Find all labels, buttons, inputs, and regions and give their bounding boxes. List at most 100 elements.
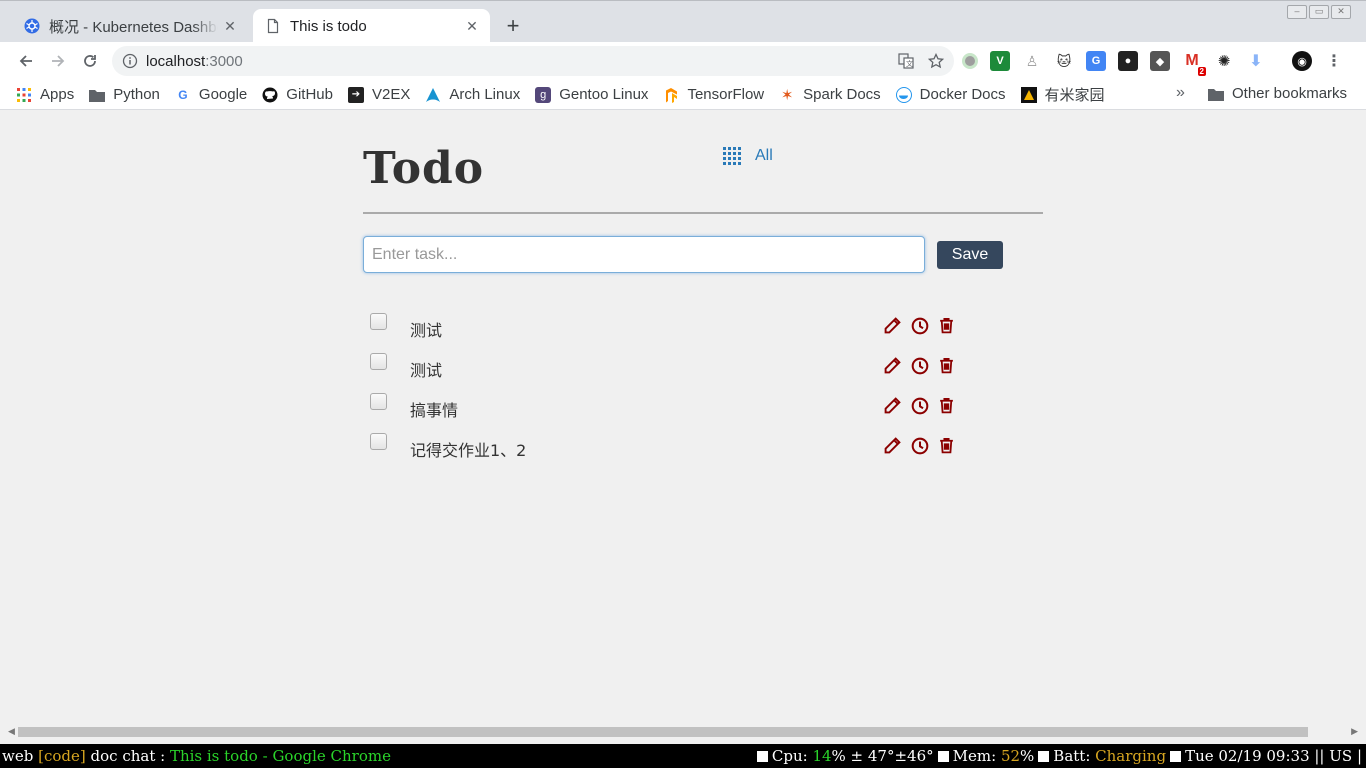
horizontal-scrollbar[interactable]: ◀ ▶	[4, 724, 1362, 740]
folder-icon	[1208, 87, 1224, 101]
bookmark-python[interactable]: Python	[89, 86, 160, 103]
workspace-code-current[interactable]: [code]	[38, 747, 86, 765]
other-bookmarks[interactable]: Other bookmarks	[1208, 85, 1347, 102]
bookmark-star-icon[interactable]	[927, 52, 945, 74]
todo-checkbox[interactable]	[370, 313, 387, 330]
menu-dots-icon[interactable]: ⋮	[1324, 51, 1344, 71]
page-title: Todo	[363, 143, 485, 194]
translate-icon[interactable]: 文	[898, 53, 914, 74]
maximize-icon[interactable]: ▭	[1309, 5, 1329, 19]
clock-icon[interactable]	[910, 356, 929, 375]
info-icon[interactable]	[122, 53, 138, 69]
close-tab-icon[interactable]: ✕	[460, 14, 484, 38]
profile-avatar[interactable]: ◉	[1292, 51, 1312, 71]
page-icon	[265, 18, 281, 34]
bookmark-label: TensorFlow	[687, 86, 765, 103]
reload-button[interactable]	[78, 49, 102, 73]
clock-icon[interactable]	[910, 396, 929, 415]
workspace-web[interactable]: web	[2, 747, 33, 765]
trash-icon[interactable]	[937, 436, 956, 455]
url-text: localhost:3000	[146, 53, 243, 70]
spark-icon: ✶	[780, 86, 794, 104]
bookmark-apps[interactable]: Apps	[16, 86, 74, 103]
download-icon[interactable]: ⬇	[1246, 51, 1266, 71]
google-icon: G	[178, 87, 188, 102]
todo-item: 记得交作业1、2	[363, 424, 1043, 464]
gentoo-icon: g	[535, 86, 552, 103]
cpu-label: Cpu:	[771, 747, 808, 765]
tab-strip: 概况 - Kubernetes Dashboard ✕ This is todo…	[0, 0, 1366, 43]
bookmark-label: Arch Linux	[449, 86, 521, 103]
gmail-icon[interactable]: M2	[1182, 51, 1206, 76]
todo-checkbox[interactable]	[370, 353, 387, 370]
save-button[interactable]: Save	[937, 241, 1003, 269]
extension-gnome-icon[interactable]: ✺	[1214, 51, 1234, 71]
trash-icon[interactable]	[937, 396, 956, 415]
edit-icon[interactable]	[883, 356, 902, 375]
task-input[interactable]	[363, 236, 925, 273]
extension-cat-icon[interactable]: 🐱	[1054, 51, 1074, 71]
mem-label: Mem:	[952, 747, 997, 765]
grid-icon	[723, 147, 741, 165]
todo-text: 测试	[410, 321, 443, 340]
bookmarks-bar: Apps Python G Google GitHub ➔ V2EX Arch Li…	[0, 80, 1366, 110]
vimium-icon[interactable]: V	[990, 51, 1010, 71]
bookmark-gentoo[interactable]: g Gentoo Linux	[535, 86, 648, 103]
trash-icon[interactable]	[937, 356, 956, 375]
trash-icon[interactable]	[937, 316, 956, 335]
bookmark-v2ex[interactable]: ➔ V2EX	[347, 86, 410, 103]
bookmarks-overflow-button[interactable]: »	[1176, 84, 1185, 102]
url-host: localhost	[146, 52, 206, 70]
bookmark-arch[interactable]: Arch Linux	[425, 86, 520, 103]
bookmark-youmi[interactable]: 有米家园	[1020, 84, 1105, 105]
todo-checkbox[interactable]	[370, 433, 387, 450]
address-bar[interactable]: localhost:3000 文	[112, 46, 954, 76]
tab-todo[interactable]: This is todo ✕	[253, 9, 490, 43]
separator-square-icon	[937, 751, 949, 762]
minimize-icon[interactable]: –	[1287, 5, 1307, 19]
cpu-value: 14	[812, 747, 832, 765]
apps-grid-icon	[16, 87, 32, 103]
datetime: Tue 02/19 09:33 || US |	[1185, 747, 1362, 765]
todo-text: 测试	[410, 361, 443, 380]
scroll-right-icon[interactable]: ▶	[1351, 726, 1358, 737]
new-tab-button[interactable]: +	[500, 13, 526, 39]
scroll-left-icon[interactable]: ◀	[8, 726, 15, 737]
filter-all[interactable]: All	[723, 147, 773, 165]
tab-kubernetes[interactable]: 概况 - Kubernetes Dashboard ✕	[10, 9, 248, 43]
bookmark-github[interactable]: GitHub	[262, 86, 333, 103]
extension-gray-icon[interactable]: ◆	[1150, 51, 1170, 71]
arch-icon	[425, 87, 441, 103]
google-translate-icon[interactable]: G	[1086, 51, 1106, 71]
window-title: This is todo - Google Chrome	[169, 747, 391, 765]
separator-square-icon	[756, 751, 768, 762]
bookmark-label: Spark Docs	[803, 86, 881, 103]
reload-icon	[84, 55, 96, 67]
bookmark-label: 有米家园	[1044, 87, 1105, 104]
todo-item: 测试	[363, 344, 1043, 384]
scrollbar-thumb[interactable]	[18, 727, 1308, 737]
bookmark-tensorflow[interactable]: TensorFlow	[663, 86, 764, 103]
task-entry: Save	[363, 214, 1043, 304]
forward-button[interactable]	[46, 49, 70, 73]
back-button[interactable]	[14, 49, 38, 73]
bookmark-docker[interactable]: Docker Docs	[895, 86, 1006, 103]
extension-figure-icon[interactable]: ♙	[1022, 51, 1042, 71]
tab-title: 概况 - Kubernetes Dashboard	[49, 18, 218, 36]
cpu-temp: % ± 47°±46°	[831, 747, 934, 765]
edit-icon[interactable]	[883, 396, 902, 415]
extension-dark-icon[interactable]: ●	[1118, 51, 1138, 71]
close-window-icon[interactable]: ✕	[1331, 5, 1351, 19]
bookmark-google[interactable]: G Google	[175, 86, 247, 103]
clock-icon[interactable]	[910, 316, 929, 335]
extension-circle-icon[interactable]	[962, 53, 978, 69]
edit-icon[interactable]	[883, 436, 902, 455]
todo-checkbox[interactable]	[370, 393, 387, 410]
clock-icon[interactable]	[910, 436, 929, 455]
edit-icon[interactable]	[883, 316, 902, 335]
github-icon	[262, 87, 278, 103]
mem-unit: %	[1020, 747, 1035, 765]
todo-item: 测试	[363, 304, 1043, 344]
close-tab-icon[interactable]: ✕	[218, 14, 242, 38]
bookmark-spark[interactable]: ✶ Spark Docs	[779, 86, 881, 104]
